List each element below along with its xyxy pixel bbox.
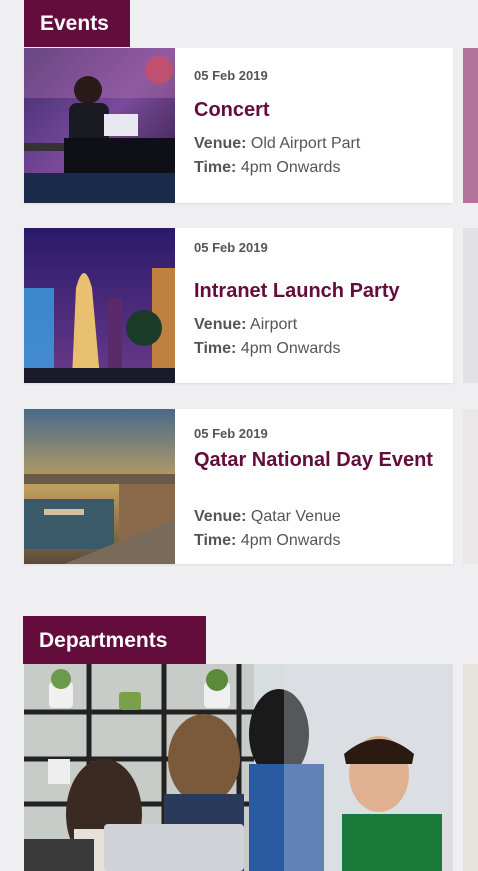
time-value: 4pm Onwards [240,159,341,176]
event-date: 05 Feb 2019 [194,240,268,255]
event-venue: Venue: Airport [194,313,297,337]
event-card[interactable]: 05 Feb 2019 Intranet Launch Party Venue:… [24,228,453,383]
event-venue: Venue: Old Airport Part [194,132,360,156]
venue-value: Qatar Venue [250,508,341,525]
venue-value: Old Airport Part [250,135,361,152]
event-date: 05 Feb 2019 [194,426,268,441]
time-label: Time: [194,340,237,357]
time-label: Time: [194,159,237,176]
venue-label: Venue: [194,508,247,525]
event-card[interactable]: 05 Feb 2019 Concert Venue: Old Airport P… [24,48,453,203]
event-title[interactable]: Concert [194,96,439,124]
departments-section-title: Departments [23,616,206,664]
venue-label: Venue: [194,316,247,333]
event-venue: Venue: Qatar Venue [194,505,341,529]
city-night-image [24,228,175,383]
event-date: 05 Feb 2019 [194,68,268,83]
venue-value: Airport [250,316,298,333]
venue-label: Venue: [194,135,247,152]
event-time: Time: 4pm Onwards [194,156,340,180]
events-section-title: Events [24,0,130,47]
event-title[interactable]: Qatar National Day Event [194,446,439,474]
next-card-peek[interactable] [463,48,478,203]
departments-image[interactable] [24,664,453,871]
event-card[interactable]: 05 Feb 2019 Qatar National Day Event Ven… [24,409,453,564]
event-title[interactable]: Intranet Launch Party [194,277,439,305]
next-card-peek[interactable] [463,409,478,564]
next-department-peek[interactable] [463,664,478,871]
next-card-peek[interactable] [463,228,478,383]
qatar-harbor-image [24,409,175,564]
event-time: Time: 4pm Onwards [194,337,340,361]
event-time: Time: 4pm Onwards [194,529,340,553]
concert-image [24,48,175,203]
time-value: 4pm Onwards [240,340,341,357]
time-value: 4pm Onwards [240,532,341,549]
time-label: Time: [194,532,237,549]
